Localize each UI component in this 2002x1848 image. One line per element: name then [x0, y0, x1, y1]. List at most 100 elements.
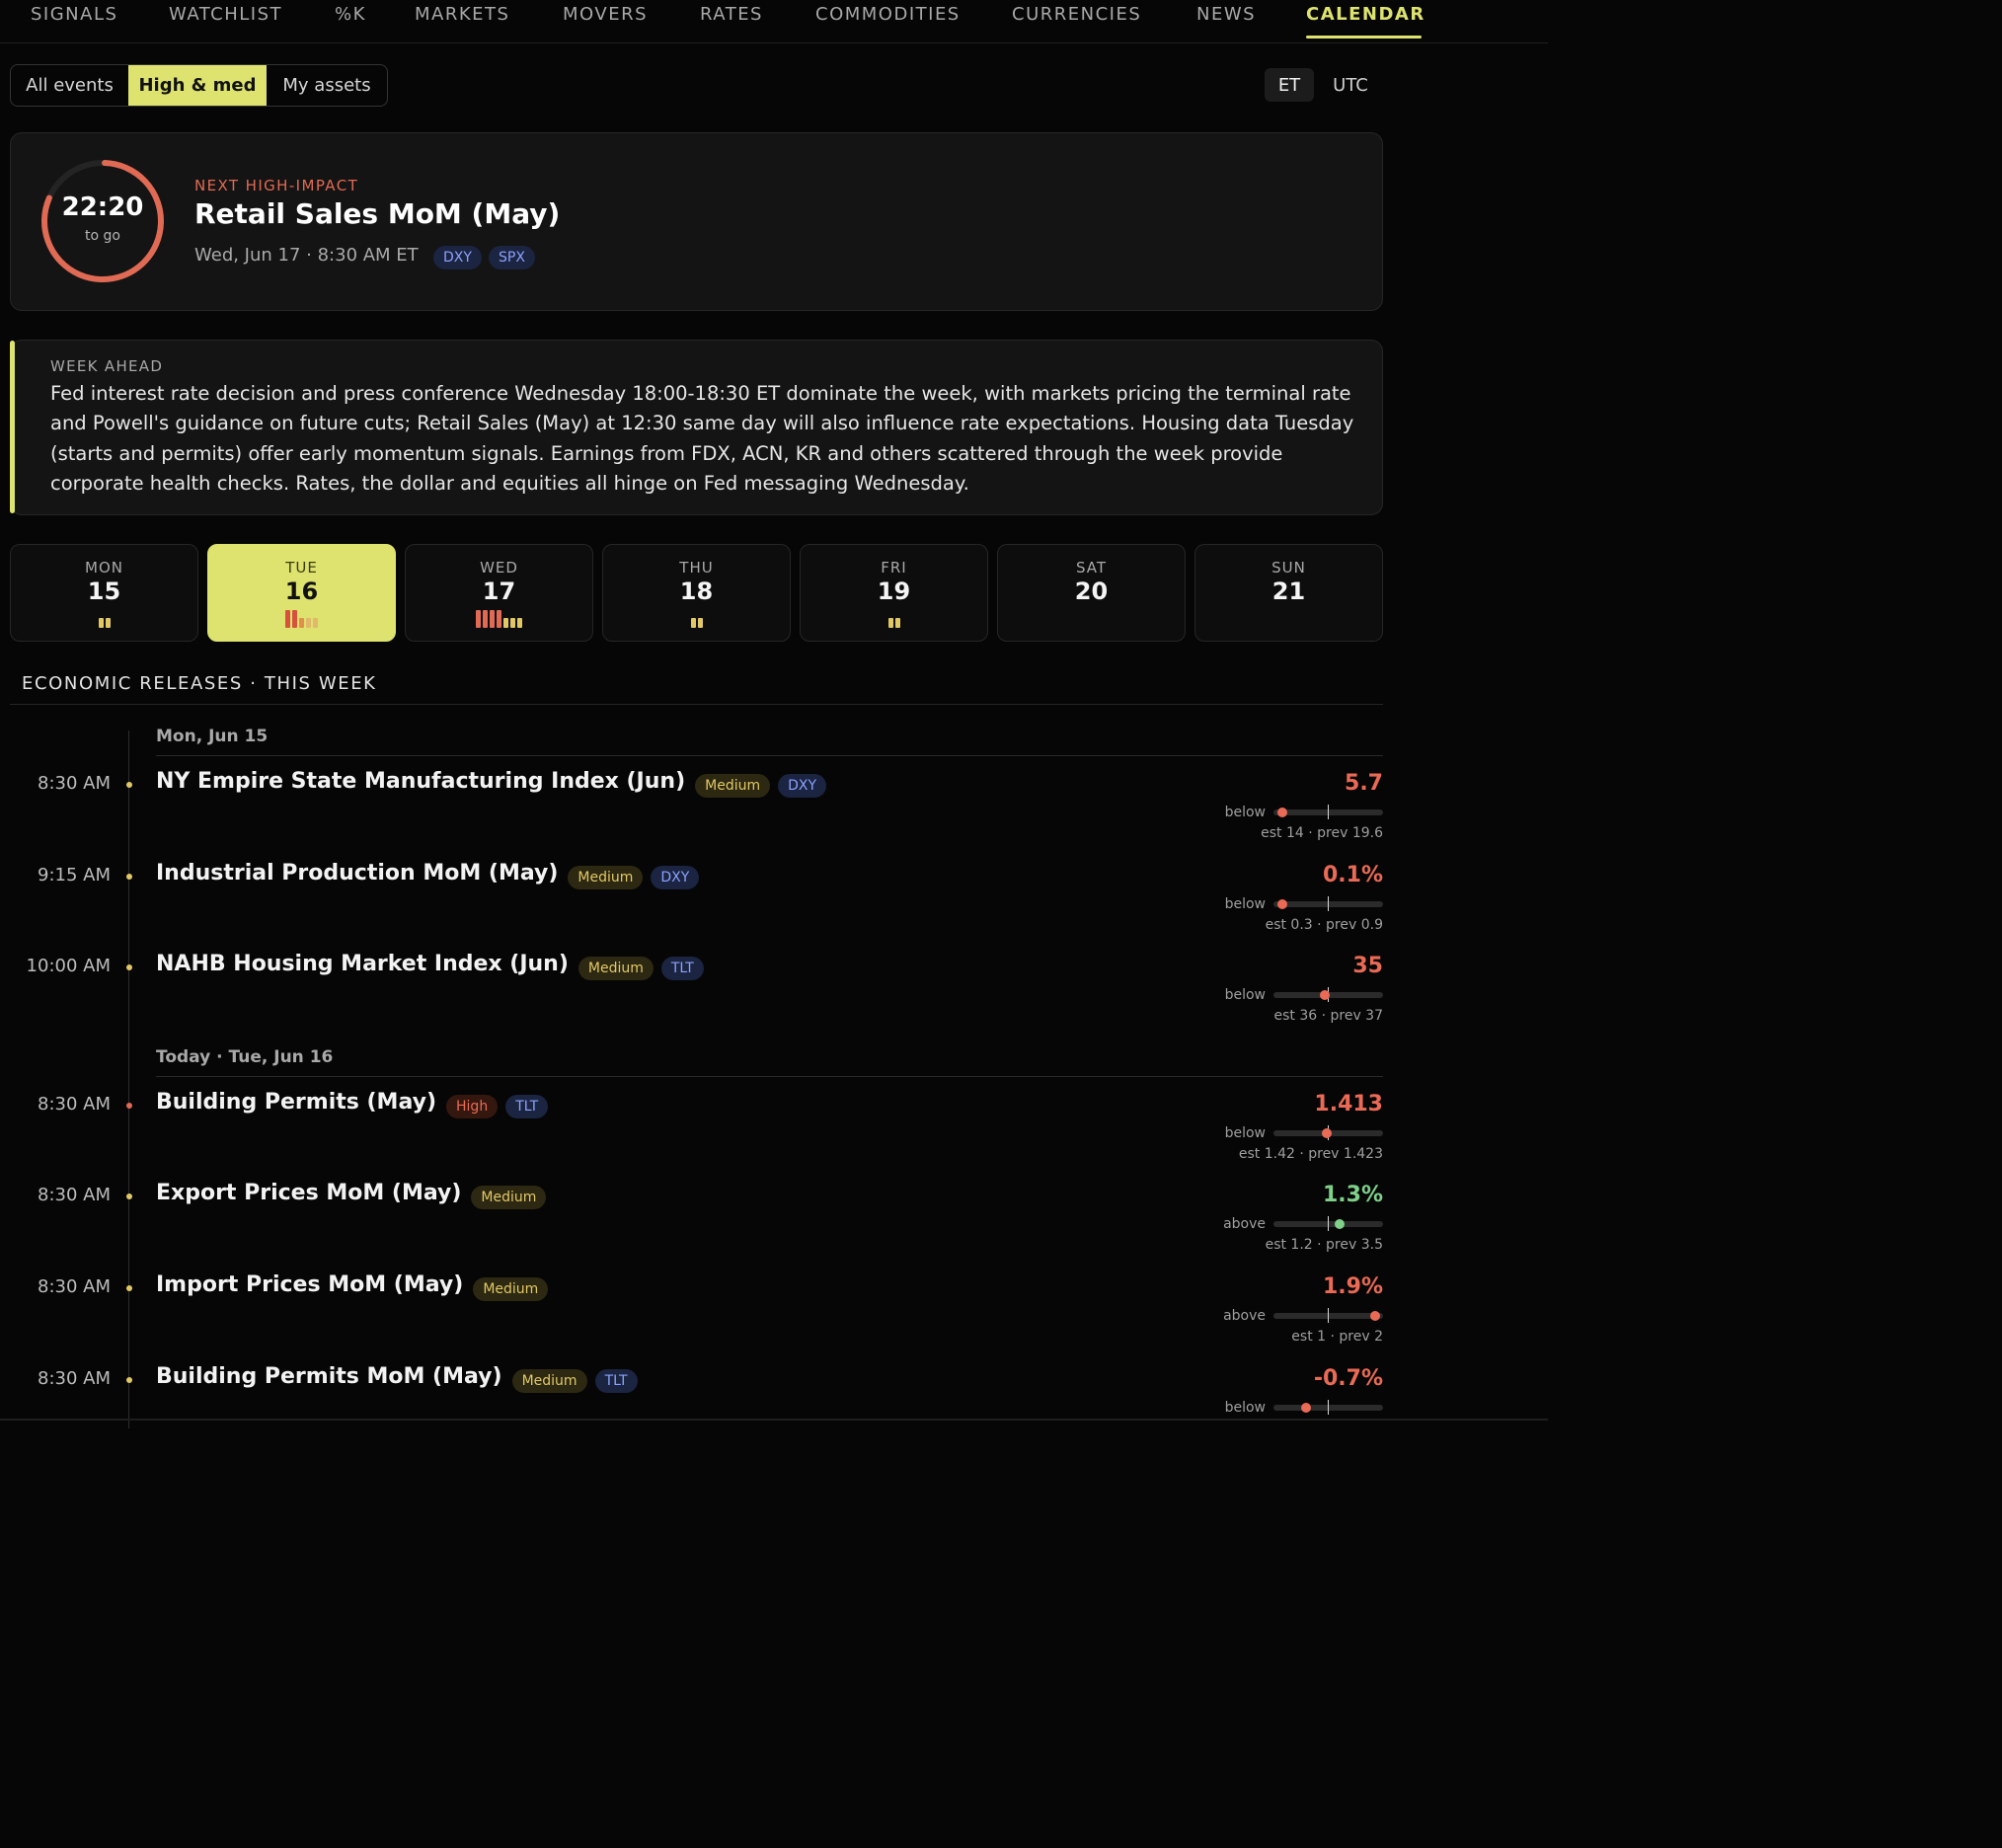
- actual-value: 5.7: [1345, 771, 1383, 796]
- week-ahead-label: WEEK AHEAD: [50, 357, 164, 375]
- timeline-line: [128, 731, 129, 1428]
- estimate-previous: est 1.42 · prev 1.423: [1238, 1146, 1383, 1162]
- timeline-dot: [126, 1285, 132, 1291]
- estimate-previous: est 0.3 · prev 0.9: [1265, 917, 1383, 933]
- release-tags: Medium DXY: [695, 774, 827, 798]
- nav-news[interactable]: NEWS: [1196, 4, 1256, 25]
- next-event-time: Wed, Jun 17 · 8:30 AM ET: [194, 245, 419, 266]
- estimate-previous: est 1.2 · prev 3.5: [1265, 1237, 1383, 1253]
- actual-marker: [1301, 1403, 1312, 1413]
- nav-commodities[interactable]: COMMODITIES: [815, 4, 961, 25]
- day-number: 20: [1074, 578, 1109, 605]
- release-title[interactable]: Building Permits MoM (May): [156, 1364, 502, 1389]
- day-wed[interactable]: WED 17: [405, 544, 593, 642]
- timeline-dot: [126, 964, 132, 970]
- estimate-tick: [1328, 1400, 1329, 1415]
- impact-bars: [208, 610, 395, 628]
- filter-high-med[interactable]: High & med: [128, 65, 267, 106]
- impact-bar-medium: [503, 618, 508, 628]
- impact-filter: All events High & med My assets: [10, 64, 388, 107]
- release-time: 9:15 AM: [38, 865, 111, 886]
- actual-value: 35: [1352, 954, 1383, 978]
- impact-bars: [603, 610, 790, 628]
- asset-chip-dxy[interactable]: DXY: [433, 246, 482, 270]
- surprise-gauge: [1273, 1308, 1383, 1323]
- impact-bar-low: [313, 618, 318, 628]
- release-title[interactable]: Industrial Production MoM (May): [156, 861, 558, 886]
- release-title[interactable]: Building Permits (May): [156, 1090, 436, 1115]
- actual-value: 0.1%: [1322, 863, 1383, 887]
- estimate-previous: est 1 · prev 2: [1291, 1329, 1383, 1345]
- day-number: 17: [482, 578, 516, 605]
- asset-chip-tlt[interactable]: TLT: [660, 957, 704, 980]
- nav-rates[interactable]: RATES: [700, 4, 763, 25]
- release-time: 8:30 AM: [38, 773, 111, 794]
- day-tue[interactable]: TUE 16: [207, 544, 396, 642]
- surprise-gauge: [1273, 896, 1383, 911]
- impact-badge: Medium: [473, 1277, 549, 1301]
- release-time: 10:00 AM: [26, 956, 111, 976]
- impact-bar-high: [490, 610, 495, 628]
- surprise-gauge: [1273, 987, 1383, 1002]
- impact-bar-medium: [887, 618, 893, 628]
- day-label: WED: [480, 559, 518, 577]
- surprise-gauge: [1273, 1125, 1383, 1140]
- surprise-direction: below: [1224, 896, 1266, 912]
- filter-all-events[interactable]: All events: [11, 65, 128, 106]
- estimate-tick: [1328, 805, 1329, 819]
- actual-value: 1.9%: [1322, 1274, 1383, 1299]
- timezone-et[interactable]: ET: [1265, 68, 1314, 102]
- countdown-value: 22:20: [61, 192, 144, 222]
- estimate-tick: [1328, 1308, 1329, 1323]
- estimate-tick: [1328, 1216, 1329, 1231]
- release-title[interactable]: NAHB Housing Market Index (Jun): [156, 952, 569, 976]
- surprise-gauge: [1273, 805, 1383, 819]
- asset-chip-dxy[interactable]: DXY: [778, 774, 827, 798]
- day-sun[interactable]: SUN 21: [1194, 544, 1383, 642]
- timeline-dot: [126, 1103, 132, 1109]
- impact-badge: Medium: [511, 1369, 587, 1393]
- impact-bars: [998, 610, 1185, 628]
- timezone-utc[interactable]: UTC: [1323, 68, 1378, 102]
- nav-watchlist[interactable]: WATCHLIST: [169, 4, 282, 25]
- nav-percent-k[interactable]: %K: [335, 4, 366, 25]
- timeline-dot: [126, 874, 132, 880]
- release-title[interactable]: NY Empire State Manufacturing Index (Jun…: [156, 769, 685, 794]
- day-number: 15: [87, 578, 121, 605]
- nav-calendar[interactable]: CALENDAR: [1306, 4, 1425, 25]
- nav-movers[interactable]: MOVERS: [563, 4, 648, 25]
- actual-marker: [1334, 1219, 1345, 1229]
- release-tags: Medium: [471, 1186, 547, 1209]
- asset-chip-spx[interactable]: SPX: [489, 246, 535, 270]
- day-mon[interactable]: MON 15: [10, 544, 198, 642]
- nav-currencies[interactable]: CURRENCIES: [1012, 4, 1141, 25]
- nav-markets[interactable]: MARKETS: [415, 4, 509, 25]
- filter-my-assets[interactable]: My assets: [267, 65, 387, 106]
- nav-signals[interactable]: SIGNALS: [31, 4, 117, 25]
- timeline-dot: [126, 1377, 132, 1383]
- day-label: SAT: [1075, 559, 1108, 577]
- day-label: MON: [85, 559, 123, 577]
- day-number: 16: [284, 578, 319, 605]
- timeline-dot: [126, 1194, 132, 1199]
- surprise-direction: above: [1223, 1216, 1266, 1232]
- calendar-page: SIGNALS WATCHLIST %K MARKETS MOVERS RATE…: [0, 0, 1548, 1428]
- release-tags: High TLT: [446, 1095, 549, 1118]
- day-thu[interactable]: THU 18: [602, 544, 791, 642]
- impact-bar-high: [497, 610, 501, 628]
- date-divider: [156, 755, 1383, 756]
- actual-value: -0.7%: [1313, 1366, 1383, 1391]
- day-sat[interactable]: SAT 20: [997, 544, 1186, 642]
- release-title[interactable]: Import Prices MoM (May): [156, 1272, 463, 1297]
- estimate-tick: [1328, 896, 1329, 911]
- asset-chip-tlt[interactable]: TLT: [594, 1369, 638, 1393]
- release-title[interactable]: Export Prices MoM (May): [156, 1181, 461, 1205]
- actual-marker: [1276, 899, 1287, 909]
- top-nav: SIGNALS WATCHLIST %K MARKETS MOVERS RATE…: [0, 0, 1548, 43]
- asset-chip-tlt[interactable]: TLT: [505, 1095, 549, 1118]
- impact-bar-medium: [105, 618, 111, 628]
- release-tags: Medium DXY: [568, 866, 700, 889]
- asset-chip-dxy[interactable]: DXY: [651, 866, 700, 889]
- surprise-direction: below: [1224, 987, 1266, 1003]
- day-fri[interactable]: FRI 19: [800, 544, 988, 642]
